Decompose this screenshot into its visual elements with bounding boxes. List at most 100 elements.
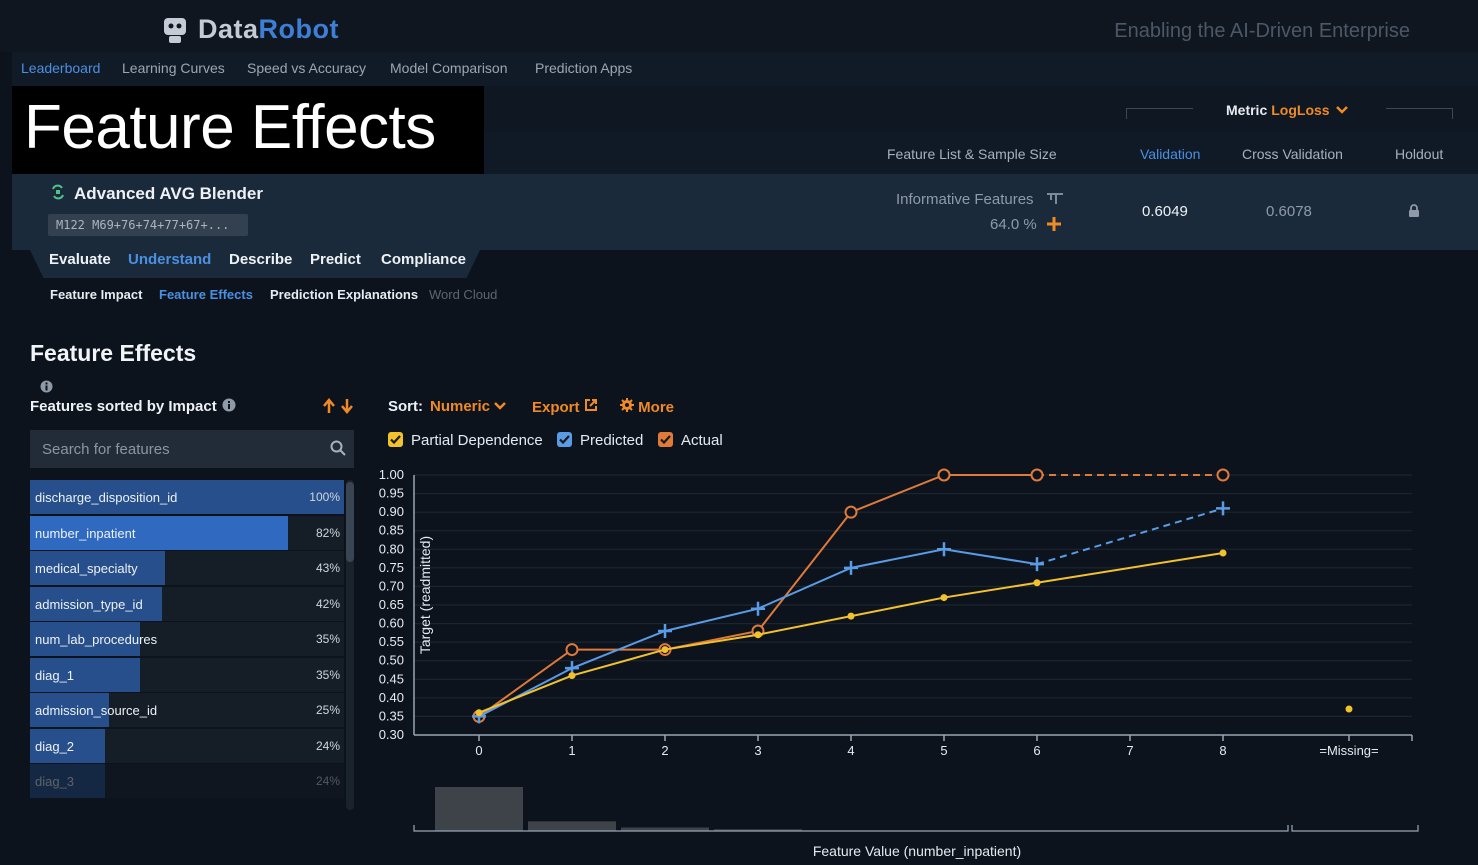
sort-direction-toggle[interactable] — [322, 398, 354, 419]
actual-checkbox[interactable] — [658, 432, 673, 447]
subtab-prediction-explanations[interactable]: Prediction Explanations — [270, 287, 418, 302]
data-point[interactable] — [847, 612, 855, 620]
feature-impact-pct: 42% — [315, 596, 340, 611]
subtab-word-cloud[interactable]: Word Cloud — [429, 287, 497, 302]
feature-name: diag_1 — [35, 667, 75, 683]
more-button[interactable]: More — [620, 398, 674, 416]
data-point[interactable] — [568, 672, 576, 680]
y-tick-label: 0.55 — [379, 634, 404, 649]
feature-row[interactable]: admission_source_id 25% — [30, 693, 344, 727]
predicted-checkbox[interactable] — [557, 432, 572, 447]
data-point[interactable] — [565, 643, 579, 657]
data-point[interactable] — [1216, 501, 1230, 516]
data-point[interactable] — [937, 468, 951, 482]
data-point[interactable] — [475, 709, 483, 717]
tab-evaluate[interactable]: Evaluate — [49, 251, 111, 268]
search-features-input[interactable] — [30, 430, 320, 468]
metric-label: Metric — [1226, 102, 1268, 118]
tab-understand[interactable]: Understand — [128, 251, 211, 268]
info-icon[interactable] — [40, 380, 53, 393]
search-icon[interactable] — [330, 440, 346, 456]
data-point[interactable] — [754, 631, 762, 639]
sort-arrows-icon — [323, 398, 353, 414]
subtab-feature-effects[interactable]: Feature Effects — [159, 287, 253, 302]
feature-name: num_lab_procedures — [35, 632, 158, 647]
series-line-dashed — [1036, 507, 1224, 566]
feature-impact-pct: 25% — [315, 703, 340, 717]
data-point-missing[interactable] — [1345, 705, 1353, 713]
data-point[interactable] — [1030, 468, 1044, 482]
feature-row[interactable]: discharge_disposition_id 100% — [30, 480, 344, 514]
data-point[interactable] — [1216, 468, 1230, 482]
add-sample-size-icon[interactable] — [1046, 216, 1062, 232]
feature-impact-pct: 35% — [315, 667, 340, 682]
lock-icon[interactable] — [1408, 204, 1420, 218]
feature-impact-pct: 24% — [315, 774, 340, 788]
data-point[interactable] — [844, 560, 858, 575]
model-name[interactable]: Advanced AVG Blender — [74, 184, 263, 204]
nav-learning-curves[interactable]: Learning Curves — [122, 60, 225, 76]
subtab-feature-impact[interactable]: Feature Impact — [50, 287, 142, 302]
tab-predict[interactable]: Predict — [310, 251, 361, 268]
section-title: Feature Effects — [30, 340, 197, 366]
nav-leaderboard[interactable]: Leaderboard — [21, 60, 100, 76]
feature-row[interactable]: admission_type_id 42% — [30, 586, 344, 621]
feature-impact-pct: 24% — [315, 738, 340, 753]
y-tick-label: 0.45 — [379, 671, 404, 686]
main-nav — [12, 52, 1478, 86]
data-point[interactable] — [658, 624, 672, 638]
col-validation[interactable]: Validation — [1140, 146, 1200, 162]
y-tick-label: 0.70 — [379, 578, 404, 593]
tab-compliance[interactable]: Compliance — [381, 251, 466, 268]
data-point[interactable] — [1219, 549, 1227, 557]
info-icon[interactable] — [222, 398, 236, 412]
sort-value: Numeric — [430, 398, 491, 415]
feature-row[interactable]: diag_1 35% — [30, 657, 344, 692]
feature-name: number_inpatient — [35, 525, 136, 541]
datarobot-logo[interactable]: DataRobot — [160, 14, 339, 45]
data-point[interactable] — [940, 594, 948, 602]
nav-speed-vs-accuracy[interactable]: Speed vs Accuracy — [247, 60, 366, 76]
model-id-badge: M122 M69+76+74+77+67+... — [48, 214, 248, 236]
data-point[interactable] — [844, 505, 858, 519]
y-tick-label: 0.80 — [379, 541, 404, 556]
data-point[interactable] — [937, 542, 951, 557]
feature-effects-chart[interactable]: 0.30 0.35 0.40 0.45 0.50 0.55 0.60 0.65 0.70 0.75… — [360, 460, 1460, 865]
x-tick-label: 1 — [568, 743, 575, 758]
export-button[interactable]: Export — [532, 398, 598, 416]
nav-prediction-apps[interactable]: Prediction Apps — [535, 60, 632, 76]
x-tick-label: 3 — [754, 743, 761, 758]
feature-row[interactable]: num_lab_procedures 35% — [30, 622, 344, 656]
data-point[interactable] — [1030, 557, 1044, 572]
feature-row[interactable]: number_inpatient 82% — [30, 515, 344, 550]
cross-validation-score: 0.6078 — [1266, 203, 1312, 220]
external-link-icon — [584, 399, 597, 411]
x-tick-label: 5 — [940, 743, 947, 758]
x-tick-label: 8 — [1219, 743, 1226, 758]
tab-describe[interactable]: Describe — [229, 251, 292, 268]
x-tick-label: 0 — [475, 743, 482, 758]
col-cross-validation[interactable]: Cross Validation — [1242, 146, 1343, 162]
bracket-right — [1386, 108, 1453, 119]
col-feature-list[interactable]: Feature List & Sample Size — [887, 146, 1057, 162]
overlay-title: Feature Effects — [24, 93, 436, 162]
y-tick-label: 0.75 — [379, 560, 404, 575]
data-point[interactable] — [1033, 579, 1041, 587]
data-point[interactable] — [751, 601, 765, 616]
nav-model-comparison[interactable]: Model Comparison — [390, 60, 508, 76]
feature-list-icon — [1047, 193, 1063, 204]
partial-dependence-checkbox[interactable] — [388, 432, 403, 447]
feature-name: admission_source_id — [35, 703, 158, 718]
partial-dependence-label: Partial Dependence — [411, 432, 543, 449]
data-point[interactable] — [661, 646, 669, 654]
col-holdout[interactable]: Holdout — [1395, 146, 1443, 162]
feature-row[interactable]: diag_3 24% — [30, 764, 344, 798]
metric-selector[interactable]: Metric LogLoss — [1226, 102, 1349, 118]
sort-dropdown[interactable]: Numeric — [430, 398, 507, 415]
sort-label: Sort: — [388, 398, 423, 415]
scrollbar-thumb[interactable] — [346, 482, 354, 562]
feature-row[interactable]: diag_2 24% — [30, 728, 344, 763]
y-tick-label: 1.00 — [379, 467, 404, 482]
blender-icon — [52, 184, 64, 200]
feature-row[interactable]: medical_specialty 43% — [30, 551, 344, 585]
